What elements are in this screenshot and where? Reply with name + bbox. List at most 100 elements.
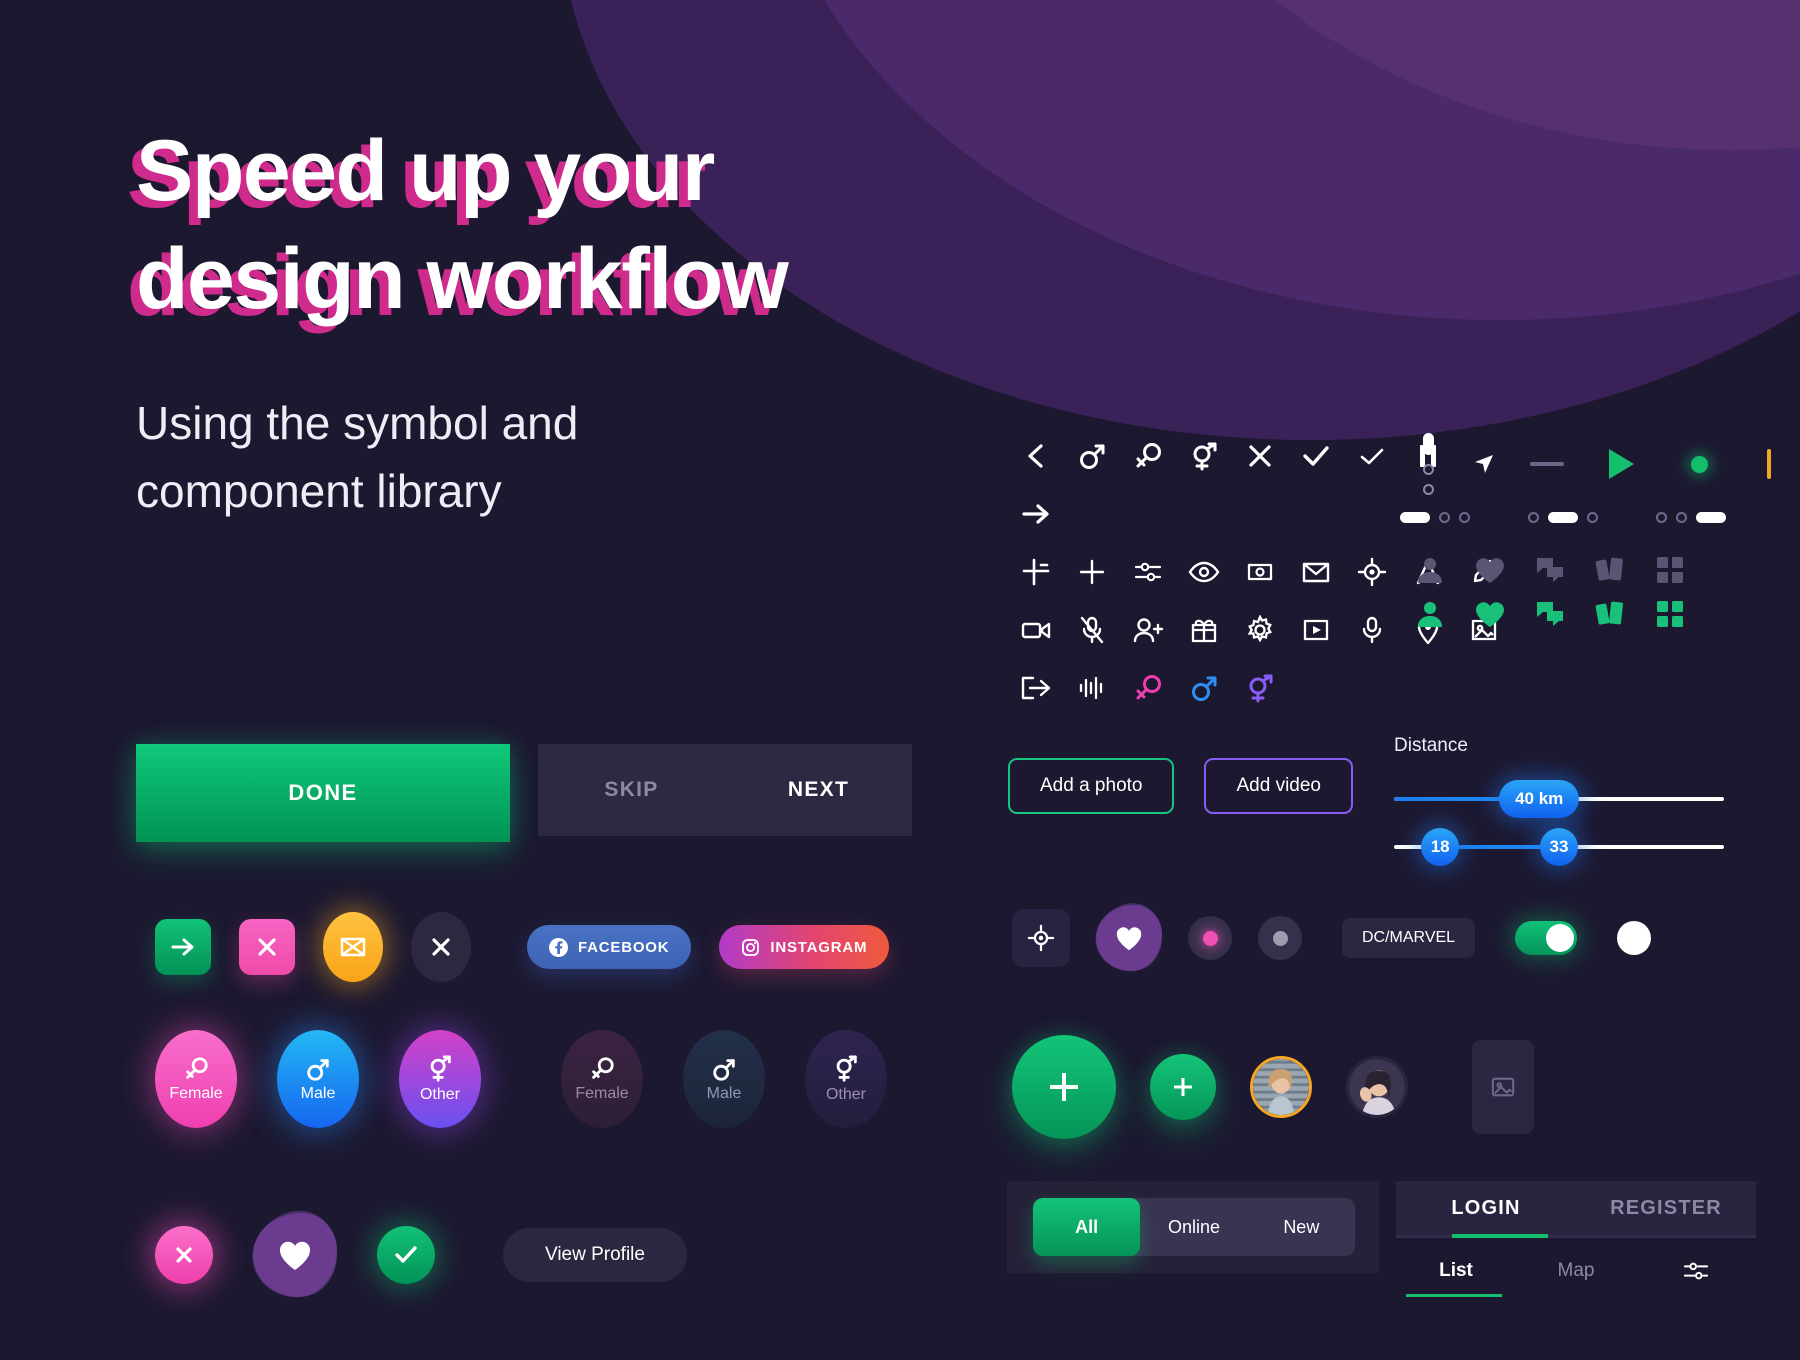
cards-icon[interactable]	[1580, 555, 1640, 585]
mail-chip-button[interactable]	[323, 912, 383, 982]
cards-icon[interactable]	[1580, 599, 1640, 629]
gear-icon[interactable]	[1244, 614, 1276, 646]
female-icon[interactable]	[1132, 440, 1164, 472]
mic-off-icon[interactable]	[1076, 614, 1108, 646]
sliders-icon[interactable]	[1132, 556, 1164, 588]
view-profile-button[interactable]: View Profile	[503, 1228, 687, 1282]
tab-register[interactable]: REGISTER	[1576, 1197, 1756, 1220]
close-dark-chip-button[interactable]	[411, 912, 471, 982]
male-blue-icon[interactable]	[1188, 672, 1220, 704]
done-button[interactable]: DONE	[136, 744, 510, 842]
dislike-button[interactable]	[155, 1226, 213, 1284]
user-add-icon[interactable]	[1132, 614, 1164, 646]
dot-indicator-pink[interactable]	[1188, 916, 1232, 960]
gift-icon[interactable]	[1188, 614, 1220, 646]
segment-online[interactable]: Online	[1140, 1198, 1247, 1256]
avatar-plain[interactable]	[1346, 1056, 1408, 1118]
image-placeholder[interactable]	[1472, 1040, 1534, 1134]
chevron-left-icon[interactable]	[1020, 440, 1052, 472]
video-camera-icon[interactable]	[1020, 614, 1052, 646]
audio-wave-icon[interactable]	[1076, 672, 1108, 704]
grid-icon[interactable]	[1640, 556, 1700, 584]
background-arc-2	[760, 0, 1800, 320]
favorite-button[interactable]	[253, 1213, 337, 1297]
grid-icon[interactable]	[1640, 600, 1700, 628]
filter-icon-button[interactable]	[1636, 1259, 1756, 1283]
close-chip-button[interactable]	[239, 919, 295, 975]
person-icon[interactable]	[1400, 600, 1460, 628]
facebook-label: FACEBOOK	[578, 938, 670, 956]
toggle-switch-on[interactable]	[1515, 921, 1578, 955]
mail-icon[interactable]	[1300, 556, 1332, 588]
toggle-knob[interactable]	[1617, 921, 1652, 955]
photo-swap-icon[interactable]	[1244, 556, 1276, 588]
range-max-knob[interactable]: 33	[1540, 828, 1578, 866]
microphone-icon[interactable]	[1356, 614, 1388, 646]
target-icon[interactable]	[1356, 556, 1388, 588]
tab-list[interactable]: List	[1396, 1260, 1516, 1282]
vertical-dots-indicator[interactable]	[1400, 433, 1456, 495]
age-range-slider[interactable]: 18 33	[1394, 828, 1724, 866]
icon-row-5	[1020, 672, 1500, 704]
target-button[interactable]	[1012, 909, 1070, 967]
distance-label: Distance	[1394, 735, 1468, 756]
check-icon[interactable]	[1300, 440, 1332, 472]
arrow-right-icon[interactable]	[1020, 498, 1052, 530]
segment-new[interactable]: New	[1248, 1198, 1355, 1256]
hero-subtitle-line-1: Using the symbol and	[136, 397, 579, 449]
distance-slider[interactable]: 40 km	[1394, 780, 1724, 818]
male-icon[interactable]	[1076, 440, 1108, 472]
gender-option-female[interactable]: Female	[155, 1030, 237, 1128]
arrow-chip-button[interactable]	[155, 919, 211, 975]
add-fab-small[interactable]	[1150, 1054, 1216, 1120]
category-chip[interactable]: DC/MARVEL	[1342, 918, 1476, 958]
avatar-with-story-ring[interactable]	[1250, 1056, 1312, 1118]
active-tab-indicator	[1452, 1234, 1548, 1238]
gender-option-other[interactable]: Other	[399, 1030, 481, 1128]
yellow-bar-indicator	[1738, 449, 1800, 479]
like-button[interactable]	[377, 1226, 435, 1284]
component-library-showcase: Speed up your design workflow Using the …	[0, 0, 1800, 1360]
segment-all[interactable]: All	[1033, 1198, 1141, 1256]
crop-icon[interactable]	[1020, 556, 1052, 588]
navigation-arrow-icon[interactable]	[1456, 452, 1512, 476]
tab-map[interactable]: Map	[1516, 1260, 1636, 1282]
control-strip-row-1	[1400, 432, 1800, 496]
range-min-knob[interactable]: 18	[1421, 828, 1460, 866]
person-icon[interactable]	[1400, 556, 1460, 584]
skip-button[interactable]: SKIP	[538, 778, 725, 802]
chat-icon[interactable]	[1520, 600, 1580, 628]
active-view-indicator	[1406, 1294, 1502, 1297]
distance-slider-knob[interactable]: 40 km	[1499, 780, 1580, 818]
play-triangle-icon[interactable]	[1582, 449, 1660, 479]
add-photo-button[interactable]: Add a photo	[1008, 758, 1175, 814]
instagram-button[interactable]: INSTAGRAM	[719, 925, 890, 969]
facebook-button[interactable]: FACEBOOK	[527, 925, 692, 969]
favorite-blob-button[interactable]	[1096, 905, 1162, 971]
pager-2[interactable]	[1528, 512, 1598, 523]
crosshair-icon[interactable]	[1076, 556, 1108, 588]
gender-option-other-inactive[interactable]: Other	[805, 1030, 887, 1128]
pager-3[interactable]	[1656, 512, 1726, 523]
dot-indicator-gray[interactable]	[1258, 916, 1302, 960]
female-pink-icon[interactable]	[1132, 672, 1164, 704]
transgender-purple-icon[interactable]	[1244, 672, 1276, 704]
eye-icon[interactable]	[1188, 556, 1220, 588]
check-thin-icon[interactable]	[1356, 440, 1388, 472]
heart-icon[interactable]	[1460, 600, 1520, 628]
gender-option-female-inactive[interactable]: Female	[561, 1030, 643, 1128]
logout-icon[interactable]	[1020, 672, 1052, 704]
gender-option-male-inactive[interactable]: Male	[683, 1030, 765, 1128]
heart-icon[interactable]	[1460, 556, 1520, 584]
add-fab-large[interactable]	[1012, 1035, 1116, 1139]
gender-option-male[interactable]: Male	[277, 1030, 359, 1128]
add-video-button[interactable]: Add video	[1204, 758, 1353, 814]
pager-1[interactable]	[1400, 512, 1470, 523]
transgender-icon[interactable]	[1188, 440, 1220, 472]
close-icon[interactable]	[1244, 440, 1276, 472]
ring-indicator	[1422, 484, 1434, 495]
chat-icon[interactable]	[1520, 556, 1580, 584]
tab-login[interactable]: LOGIN	[1396, 1197, 1576, 1220]
next-button[interactable]: NEXT	[725, 778, 912, 802]
play-box-icon[interactable]	[1300, 614, 1332, 646]
